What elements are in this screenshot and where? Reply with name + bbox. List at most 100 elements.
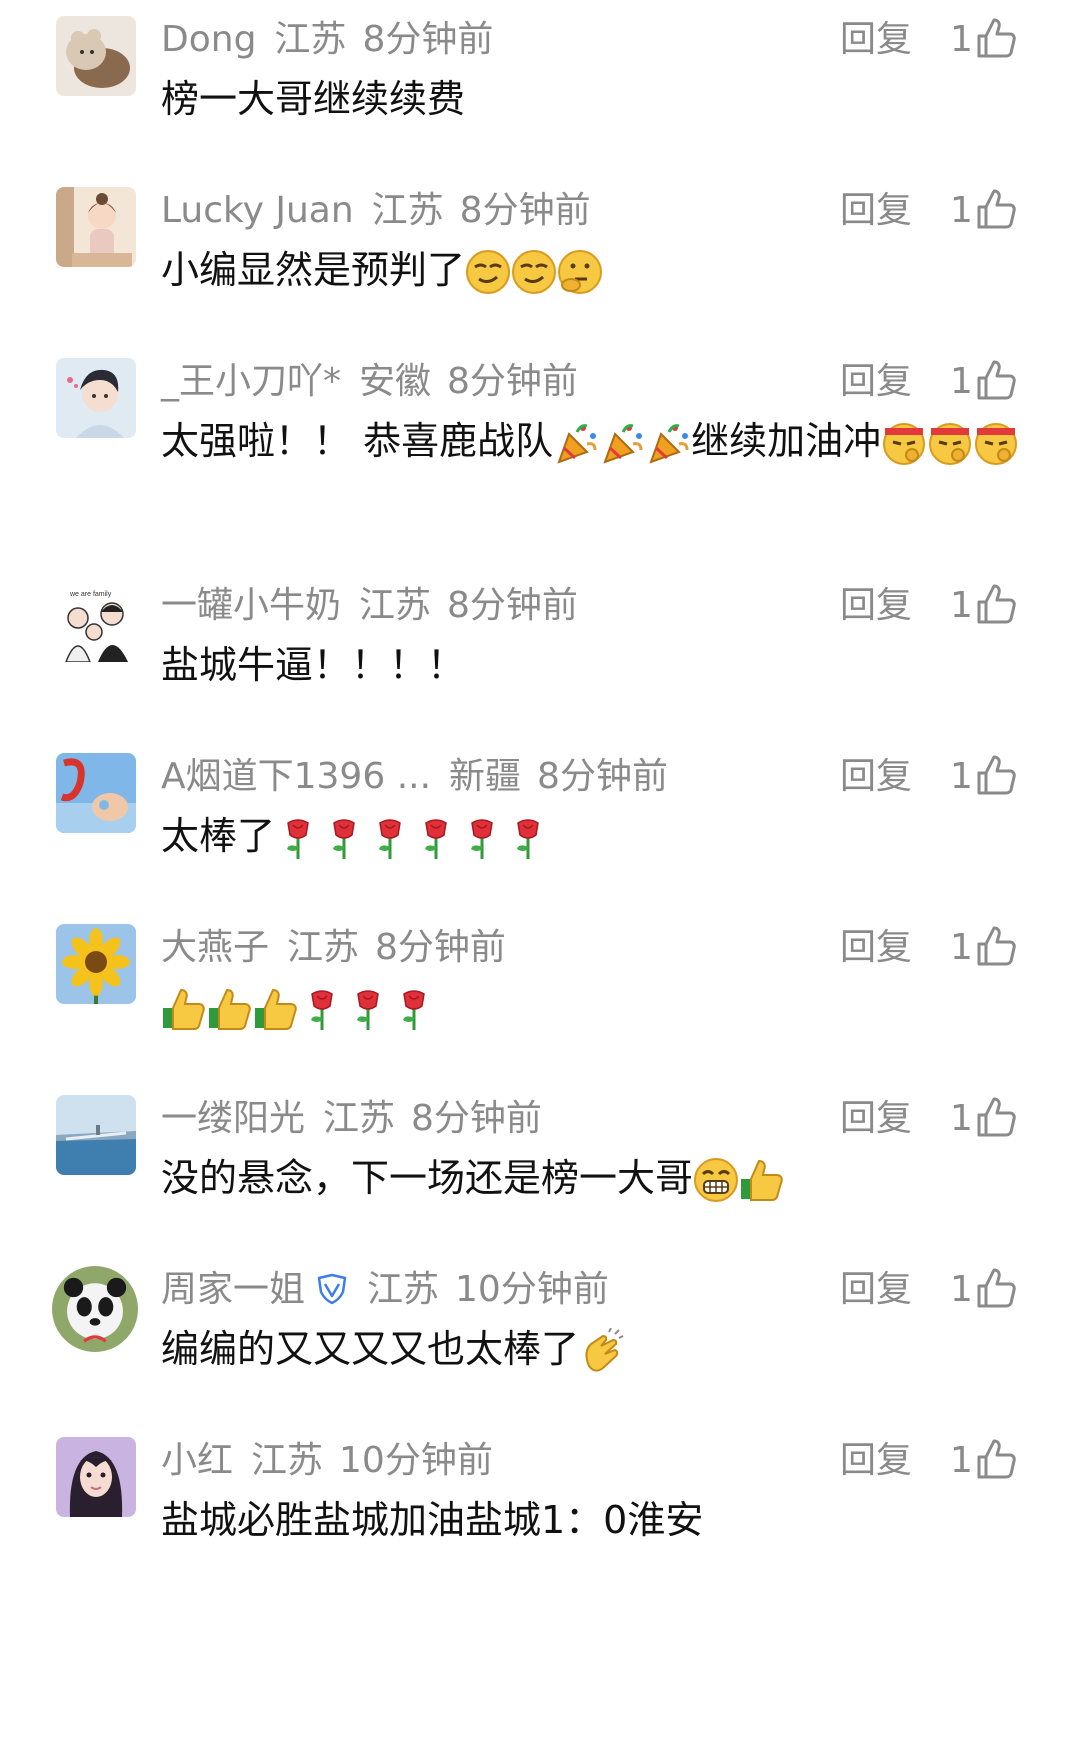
boy-illustration-icon: [56, 358, 136, 438]
reply-button[interactable]: 回复: [840, 16, 912, 64]
thumbs-up-icon: [977, 1097, 1016, 1137]
rose-icon: [311, 990, 333, 1030]
comment-meta: 大燕子 江苏 8分钟前: [161, 924, 506, 972]
reply-button[interactable]: 回复: [840, 1437, 912, 1485]
like-button[interactable]: 1: [950, 753, 1017, 801]
comment-meta: Lucky Juan 江苏 8分钟前: [161, 187, 591, 235]
avatar[interactable]: [52, 1266, 138, 1352]
party-popper-icon: [649, 424, 689, 464]
thumbs-up-icon: [977, 360, 1016, 400]
location: 江苏: [251, 1440, 324, 1481]
rose-icon: [425, 819, 447, 859]
like-button[interactable]: 1: [950, 16, 1017, 64]
comment-text: 编编的又又又又也太棒了: [161, 1320, 1021, 1378]
avatar[interactable]: we are family: [56, 582, 136, 662]
comment-text-content: 盐城牛逼！！！！: [161, 643, 466, 687]
avatar[interactable]: [56, 1095, 136, 1175]
like-button[interactable]: 1: [950, 924, 1017, 972]
like-count: 1: [950, 1440, 973, 1481]
thumbs-up-icon: [977, 18, 1016, 58]
username[interactable]: 周家一姐: [161, 1269, 305, 1310]
comment-meta: 一罐小牛奶 江苏 8分钟前: [161, 582, 578, 630]
username[interactable]: A烟道下1396 ...: [161, 756, 431, 797]
thumbs-up-icon: [977, 189, 1016, 229]
timestamp: 10分钟前: [455, 1269, 609, 1310]
reply-button[interactable]: 回复: [840, 753, 912, 801]
avatar[interactable]: [56, 753, 136, 833]
thumbs-up-emoji-icon: [741, 1159, 783, 1201]
thumbs-up-emoji-icon: [209, 988, 251, 1030]
comment-meta: Dong 江苏 8分钟前: [161, 16, 493, 64]
like-button[interactable]: 1: [950, 187, 1017, 235]
svg-text:we are family: we are family: [69, 591, 112, 598]
like-count: 1: [950, 19, 973, 60]
avatar[interactable]: [56, 1437, 136, 1517]
comment-text: 太强啦！！ 恭喜鹿战队 继续加油冲: [161, 412, 1021, 470]
comment-text: [161, 978, 1021, 1036]
smirk-face-icon: [512, 250, 557, 294]
comment-text-content: 编编的又又又又也太棒了: [161, 1327, 580, 1371]
like-button[interactable]: 1: [950, 358, 1017, 406]
comment-text: 榜一大哥继续续费: [161, 70, 1021, 128]
clapping-hands-icon: [585, 1328, 624, 1372]
thumbs-up-icon: [977, 584, 1016, 624]
fighting-face-icon: [929, 423, 972, 465]
family-cartoon-icon: we are family: [56, 582, 136, 662]
username[interactable]: 一罐小牛奶: [161, 585, 341, 626]
comment-text-content: 小编显然是预判了: [161, 248, 466, 292]
rose-icon: [287, 819, 309, 859]
username[interactable]: Lucky Juan: [161, 190, 354, 231]
emoji-group: [161, 986, 437, 1032]
rose-icon: [471, 819, 493, 859]
like-button[interactable]: 1: [950, 1095, 1017, 1143]
rose-icon: [357, 990, 379, 1030]
thumbs-up-icon: [977, 755, 1016, 795]
username[interactable]: 小红: [161, 1440, 233, 1481]
timestamp: 8分钟前: [362, 19, 494, 60]
reply-button[interactable]: 回复: [840, 1266, 912, 1314]
username[interactable]: 大燕子: [161, 927, 269, 968]
emoji-group: [553, 420, 691, 466]
like-button[interactable]: 1: [950, 1437, 1017, 1485]
party-popper-icon: [557, 424, 597, 464]
smirk-face-icon: [466, 250, 511, 294]
comment-text: 没的悬念，下一场还是榜一大哥: [161, 1149, 1021, 1207]
like-count: 1: [950, 361, 973, 402]
reply-button[interactable]: 回复: [840, 582, 912, 630]
hand-sky-icon: [56, 753, 136, 833]
avatar[interactable]: [56, 16, 136, 96]
avatar[interactable]: [56, 924, 136, 1004]
thumbs-up-icon: [977, 926, 1016, 966]
timestamp: 8分钟前: [459, 190, 591, 231]
party-popper-icon: [603, 424, 643, 464]
reply-button[interactable]: 回复: [840, 187, 912, 235]
emoji-group: [693, 1157, 785, 1203]
username[interactable]: _王小刀吖*: [161, 361, 341, 402]
thumbs-up-icon: [977, 1268, 1016, 1308]
reply-button[interactable]: 回复: [840, 358, 912, 406]
timestamp: 8分钟前: [375, 927, 506, 968]
comment-text-content: 太棒了: [161, 814, 276, 858]
timestamp: 8分钟前: [537, 756, 668, 797]
reply-button[interactable]: 回复: [840, 924, 912, 972]
username[interactable]: 一缕阳光: [161, 1098, 305, 1139]
avatar[interactable]: [56, 187, 136, 267]
avatar[interactable]: [56, 358, 136, 438]
fighting-face-icon: [975, 423, 1018, 465]
like-count: 1: [950, 1269, 973, 1310]
timestamp: 8分钟前: [447, 585, 578, 626]
thumbs-up-emoji-icon: [163, 988, 205, 1030]
like-button[interactable]: 1: [950, 1266, 1017, 1314]
rose-icon: [333, 819, 355, 859]
comment-meta: A烟道下1396 ... 新疆 8分钟前: [161, 753, 668, 801]
comment-text-content: 榜一大哥继续续费: [161, 77, 466, 121]
emoji-group: [881, 420, 1019, 466]
username[interactable]: Dong: [161, 19, 256, 60]
reply-button[interactable]: 回复: [840, 1095, 912, 1143]
comment-text-content: 太强啦！！ 恭喜鹿战队: [161, 419, 554, 463]
fighting-face-icon: [883, 423, 926, 465]
like-button[interactable]: 1: [950, 582, 1017, 630]
sunflower-icon: [56, 924, 136, 1004]
seaside-icon: [56, 1095, 136, 1175]
comment-meta: 小红 江苏 10分钟前: [161, 1437, 493, 1485]
